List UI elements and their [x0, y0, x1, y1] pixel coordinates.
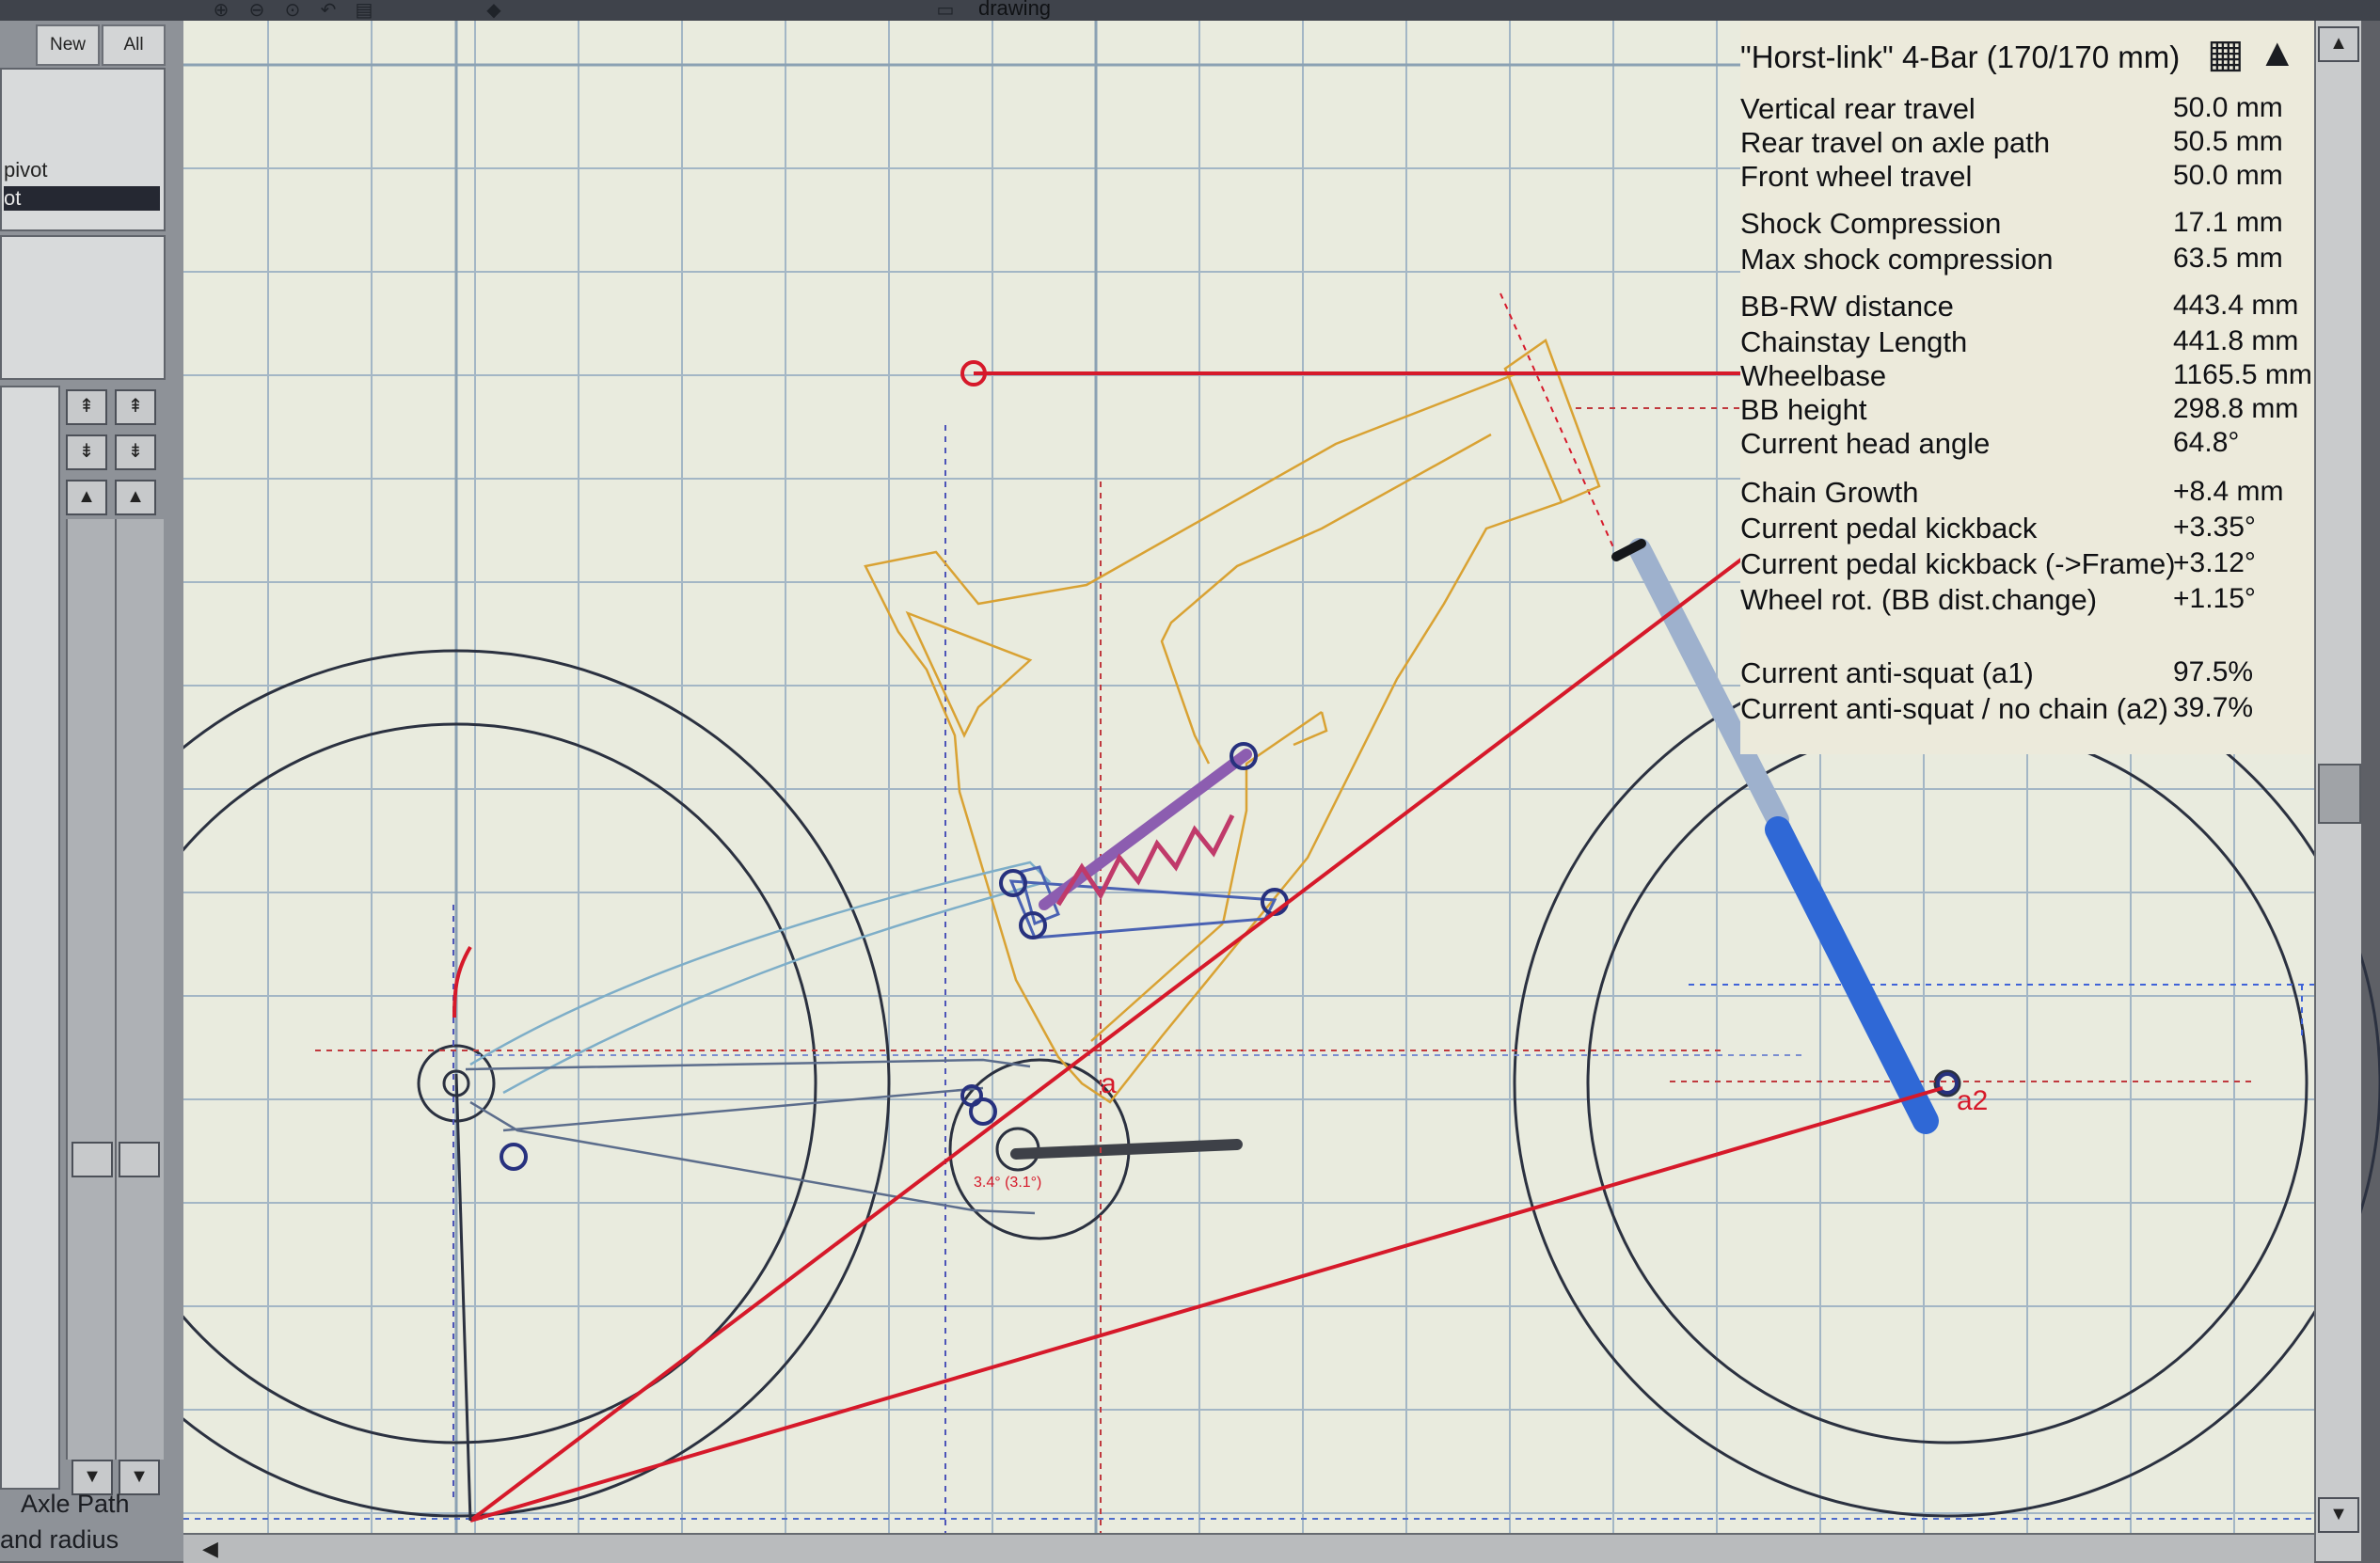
- scroll-left-icon[interactable]: ◀: [202, 1537, 218, 1561]
- layer-scrollbar[interactable]: [66, 519, 115, 1460]
- stat-label: Max shock compression: [1740, 243, 2054, 276]
- list-item[interactable]: pivot: [4, 158, 47, 182]
- undo-icon[interactable]: ↶: [314, 1, 342, 20]
- stat-row: Max shock compression 63.5 mm: [1740, 243, 2309, 278]
- stat-row: Shock Compression 17.1 mm: [1740, 207, 2309, 243]
- pointer-icon[interactable]: ◆: [480, 1, 508, 20]
- stat-value: 298.8 mm: [2173, 393, 2299, 424]
- stat-label: Current pedal kickback (->Frame): [1740, 547, 2176, 580]
- stat-label: Vertical rear travel: [1740, 92, 1975, 125]
- zoom-out-icon[interactable]: ⊖: [243, 1, 271, 20]
- stat-label: Shock Compression: [1740, 207, 2002, 240]
- stat-value: +8.4 mm: [2173, 476, 2284, 507]
- stat-row: Rear travel on axle path 50.5 mm: [1740, 126, 2309, 162]
- stat-row: Current anti-squat / no chain (a2) 39.7%: [1740, 692, 2309, 728]
- stat-label: Current anti-squat (a1): [1740, 656, 2034, 689]
- suspension-model-title: "Horst-link" 4-Bar (170/170 mm): [1740, 39, 2181, 74]
- stat-value: 50.5 mm: [2173, 126, 2283, 157]
- stat-row: BB-RW distance 443.4 mm: [1740, 290, 2309, 325]
- stat-value: 441.8 mm: [2173, 325, 2299, 356]
- measurement-panel: "Horst-link" 4-Bar (170/170 mm) ▦ ▲ Vert…: [1740, 21, 2314, 754]
- stat-row: Current pedal kickback +3.35°: [1740, 512, 2309, 547]
- stat-row: Current pedal kickback (->Frame) +3.12°: [1740, 547, 2309, 583]
- stat-value: +3.35°: [2173, 512, 2256, 543]
- move-top-button[interactable]: ⇞: [66, 389, 107, 425]
- crank-angle-label: 3.4° (3.1°): [974, 1175, 1041, 1191]
- scroll-down-button[interactable]: ▼: [2318, 1497, 2359, 1533]
- stat-label: BB-RW distance: [1740, 290, 1954, 323]
- axle-path-label[interactable]: Axle Path: [21, 1490, 130, 1519]
- a2-label: a2: [1957, 1085, 1988, 1116]
- move-up-alt-button[interactable]: ▲: [115, 480, 156, 515]
- stat-row: Wheel rot. (BB dist.change) +1.15°: [1740, 583, 2309, 619]
- stat-label: Current head angle: [1740, 427, 1991, 460]
- stat-value: 443.4 mm: [2173, 290, 2299, 321]
- stat-value: 63.5 mm: [2173, 243, 2283, 274]
- vertical-scrollbar[interactable]: ▲ ▼: [2314, 21, 2361, 1561]
- stat-value: 1165.5 mm: [2173, 359, 2312, 390]
- zoom-fit-icon[interactable]: ⊙: [278, 1, 307, 20]
- stat-row: Vertical rear travel 50.0 mm: [1740, 92, 2309, 128]
- move-up-button[interactable]: ▲: [66, 480, 107, 515]
- stat-value: 64.8°: [2173, 427, 2240, 458]
- all-button[interactable]: All: [102, 24, 166, 66]
- scroll-thumb-alt[interactable]: [119, 1142, 160, 1177]
- scrollbar-thumb[interactable]: [2318, 764, 2361, 824]
- stat-value: +3.12°: [2173, 547, 2256, 578]
- window-title: drawing: [978, 0, 1052, 20]
- new-button[interactable]: New: [36, 24, 100, 66]
- left-panel: New All pivot ot ⇞ ⇞ ⇟ ⇟ ▲ ▲ ▼ ▼ Axle Pa…: [0, 21, 183, 1561]
- stat-row: Wheelbase 1165.5 mm: [1740, 359, 2312, 395]
- move-bottom-button[interactable]: ⇟: [66, 434, 107, 470]
- stat-row: Current anti-squat (a1) 97.5%: [1740, 656, 2309, 692]
- layout-icon[interactable]: ▦: [2207, 30, 2245, 76]
- stat-value: 39.7%: [2173, 692, 2254, 723]
- scroll-up-button[interactable]: ▲: [2318, 26, 2359, 62]
- move-top-alt-button[interactable]: ⇞: [115, 389, 156, 425]
- stat-row: BB height 298.8 mm: [1740, 393, 2309, 429]
- layer-scrollbar-alt[interactable]: [115, 519, 164, 1460]
- layers-icon[interactable]: ▤: [350, 1, 378, 20]
- stat-label: Current anti-squat / no chain (a2): [1740, 692, 2168, 725]
- list-item-selected[interactable]: ot: [4, 186, 160, 211]
- document-icon: ▭: [936, 0, 955, 21]
- layer-list[interactable]: [0, 386, 60, 1490]
- stat-row: Chain Growth +8.4 mm: [1740, 476, 2309, 512]
- stat-label: Wheel rot. (BB dist.change): [1740, 583, 2098, 616]
- stat-label: Current pedal kickback: [1740, 512, 2038, 545]
- stat-value: 97.5%: [2173, 656, 2254, 687]
- stat-label: Chain Growth: [1740, 476, 1919, 509]
- stat-label: Wheelbase: [1740, 359, 1887, 392]
- collapse-panel-icon[interactable]: ▲: [2258, 30, 2297, 75]
- a1-label: a: [1101, 1068, 1117, 1099]
- stat-value: 50.0 mm: [2173, 160, 2283, 191]
- element-list[interactable]: pivot ot: [0, 68, 166, 231]
- scroll-thumb[interactable]: [71, 1142, 113, 1177]
- stat-label: Front wheel travel: [1740, 160, 1973, 193]
- stat-value: 50.0 mm: [2173, 92, 2283, 123]
- toolbar: ⊕ ⊖ ⊙ ↶ ▤ ◆ ▭ drawing: [0, 0, 2380, 21]
- stat-value: +1.15°: [2173, 583, 2256, 614]
- stat-row: Chainstay Length 441.8 mm: [1740, 325, 2309, 361]
- horizontal-scrollbar[interactable]: ◀: [183, 1533, 2314, 1563]
- stat-label: BB height: [1740, 393, 1867, 426]
- properties-box: [0, 235, 166, 380]
- stat-row: Current head angle 64.8°: [1740, 427, 2309, 463]
- move-bottom-alt-button[interactable]: ⇟: [115, 434, 156, 470]
- zoom-in-icon[interactable]: ⊕: [207, 1, 235, 20]
- radius-label[interactable]: and radius: [0, 1525, 119, 1555]
- stat-value: 17.1 mm: [2173, 207, 2283, 238]
- stat-label: Chainstay Length: [1740, 325, 1968, 358]
- stat-row: Front wheel travel 50.0 mm: [1740, 160, 2309, 196]
- stat-label: Rear travel on axle path: [1740, 126, 2051, 159]
